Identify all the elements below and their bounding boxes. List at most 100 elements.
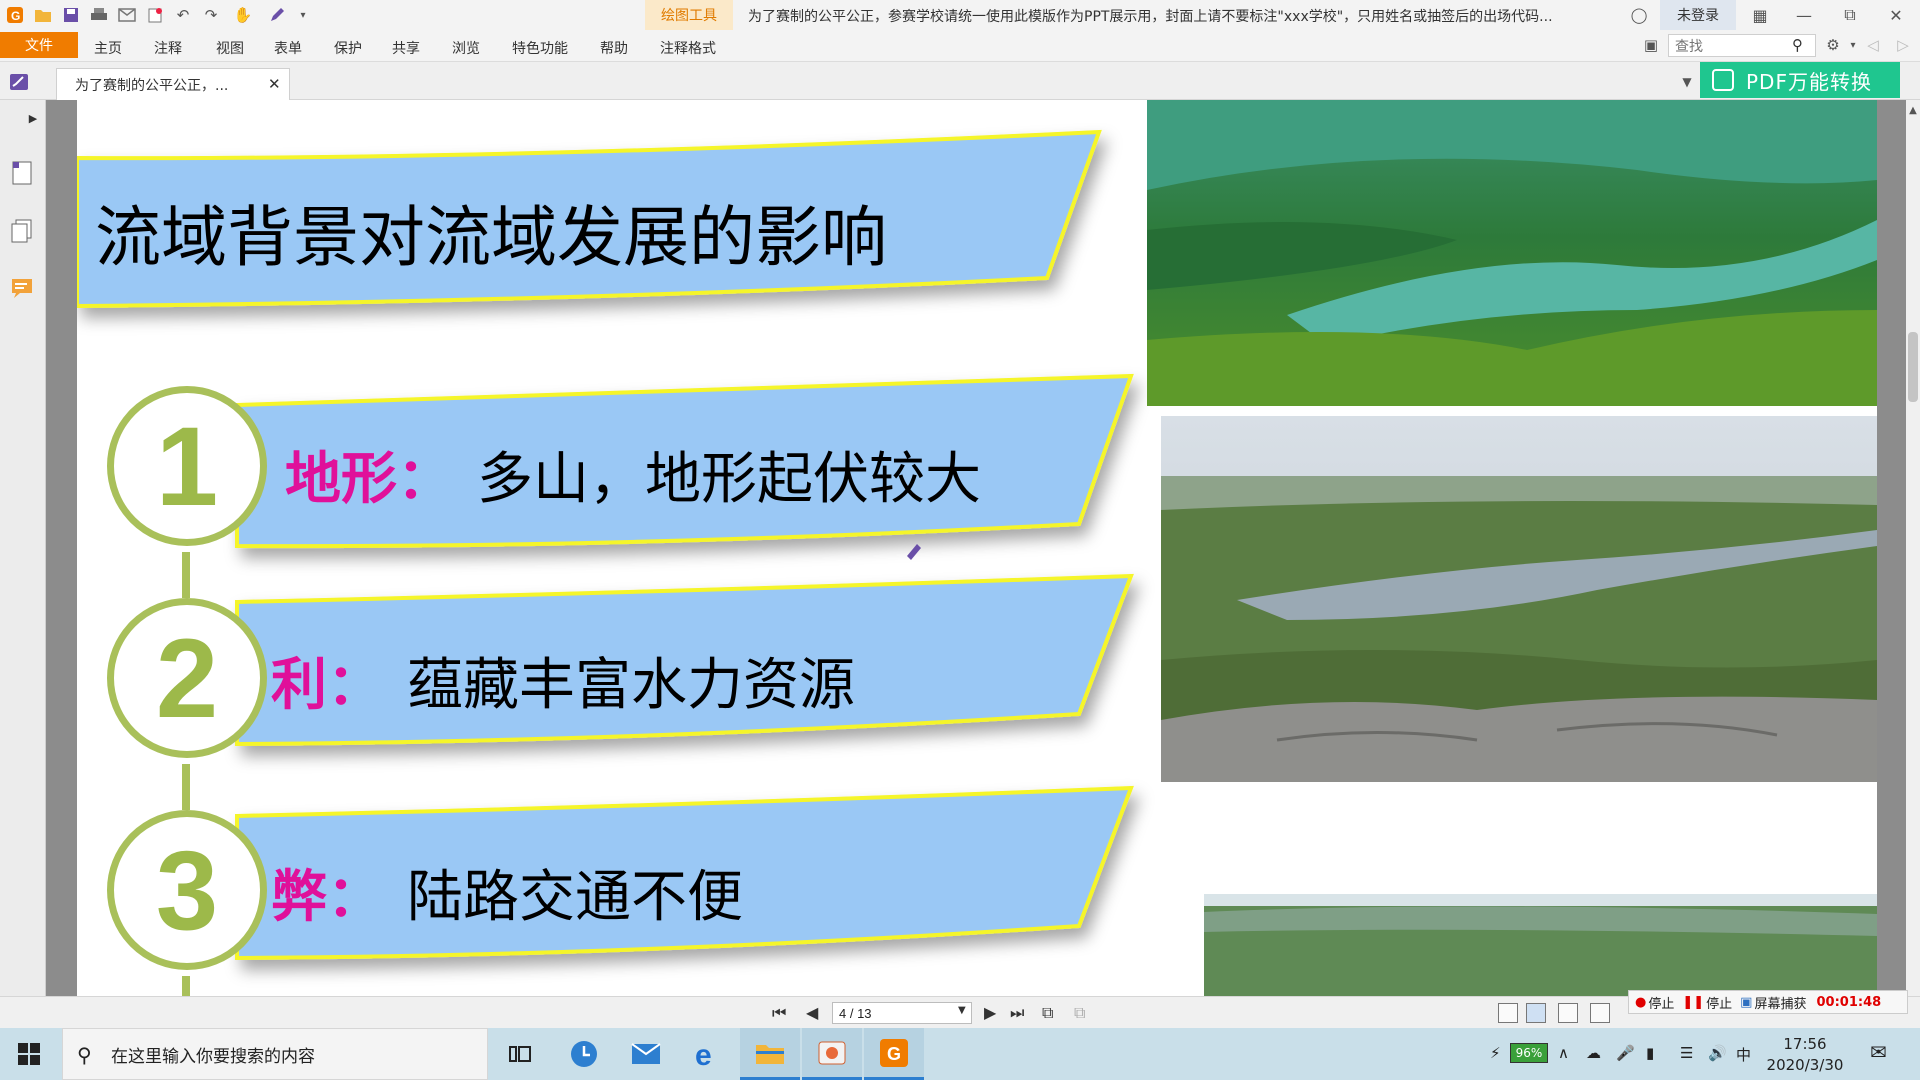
taskbar-clock[interactable]: 17:56 2020/3/30 — [1760, 1034, 1850, 1076]
minimize-button[interactable]: — — [1784, 3, 1824, 27]
input-method-indicator[interactable]: 中 — [1736, 1044, 1751, 1065]
microphone-icon[interactable]: 🎤 — [1616, 1044, 1635, 1062]
battery-indicator[interactable]: 96% — [1510, 1043, 1548, 1063]
drawing-tools-context-tab[interactable]: 绘图工具 — [645, 0, 733, 30]
tab-document[interactable]: 为了赛制的公平公正，... — [56, 68, 290, 100]
onedrive-cloud-icon[interactable]: ☁ — [1586, 1044, 1601, 1062]
slides-app-icon[interactable] — [802, 1028, 862, 1080]
settings-dropdown-icon[interactable]: ▾ — [1842, 35, 1864, 55]
svg-text:G: G — [887, 1044, 901, 1064]
app-logo-icon[interactable]: G — [4, 5, 26, 25]
menu-annotation-format[interactable]: 注释格式 — [660, 38, 716, 58]
scrollbar-thumb[interactable] — [1908, 332, 1918, 402]
left-navigation-panel: ▶ — [0, 100, 46, 996]
windows-logo-icon — [18, 1043, 40, 1065]
page-thumbnails-icon[interactable] — [10, 160, 36, 188]
menu-protect[interactable]: 保护 — [334, 38, 362, 58]
undo-icon[interactable]: ↶ — [172, 5, 194, 25]
pdf-convert-button[interactable]: PDF万能转换 — [1700, 62, 1900, 98]
next-view-icon[interactable]: ⧉ — [1074, 1003, 1085, 1023]
clock-app-icon[interactable] — [554, 1028, 614, 1080]
title-bar: G ↶ ↷ ✋ ▾ 绘图工具 为了赛制的公平公正，参赛学校请统一使用此模版作为P… — [0, 0, 1920, 30]
single-page-view-icon[interactable] — [1498, 1003, 1518, 1023]
annotate-pen-icon[interactable] — [266, 5, 288, 25]
search-icon: ⚲ — [77, 1043, 92, 1067]
forward-icon[interactable]: ▷ — [1892, 35, 1914, 55]
settings-gear-icon[interactable]: ⚙ — [1822, 35, 1844, 55]
number-circle-3: 3 — [107, 810, 267, 970]
menu-comment[interactable]: 注释 — [154, 38, 182, 58]
next-page-icon[interactable]: ▶ — [984, 1003, 996, 1022]
close-window-button[interactable]: ✕ — [1876, 3, 1916, 27]
tray-expand-icon[interactable]: ∧ — [1558, 1044, 1569, 1062]
search-icon[interactable]: ⚲ — [1792, 36, 1803, 54]
tab-close-icon[interactable]: ✕ — [268, 75, 281, 93]
item-2-text: 利： 蕴藏丰富水力资源 — [271, 640, 855, 721]
taskbar-search-box[interactable]: ⚲ 在这里输入你要搜索的内容 — [62, 1028, 488, 1080]
menu-form[interactable]: 表单 — [274, 38, 302, 58]
vertical-scrollbar[interactable]: ▲ — [1906, 100, 1920, 996]
previous-page-icon[interactable]: ◀ — [806, 1003, 818, 1022]
task-view-icon[interactable] — [490, 1028, 550, 1080]
screen-capture-label[interactable]: 屏幕捕获 — [1754, 993, 1806, 1012]
hand-tool-icon[interactable]: ✋ — [232, 5, 254, 25]
svg-text:e: e — [695, 1039, 712, 1069]
redo-icon[interactable]: ↷ — [200, 5, 222, 25]
last-page-icon[interactable]: ⏭ — [1010, 1003, 1024, 1023]
menu-file[interactable]: 文件 — [0, 32, 78, 58]
start-button[interactable] — [0, 1028, 58, 1080]
connector-2-3 — [182, 764, 190, 810]
previous-view-icon[interactable]: ⧉ — [1042, 1003, 1053, 1023]
file-explorer-icon[interactable] — [740, 1028, 800, 1080]
scroll-up-icon[interactable]: ▲ — [1902, 100, 1920, 120]
battery-icon[interactable]: ▮ — [1646, 1044, 1654, 1062]
print-icon[interactable] — [88, 5, 110, 25]
email-icon[interactable] — [116, 5, 138, 25]
continuous-facing-view-icon[interactable] — [1590, 1003, 1610, 1023]
restore-button[interactable]: ⧉ — [1830, 3, 1870, 27]
save-icon[interactable] — [60, 5, 82, 25]
back-icon[interactable]: ◁ — [1862, 35, 1884, 55]
pdf-reader-app-icon[interactable]: G — [864, 1028, 924, 1080]
sign-pen-icon[interactable] — [8, 72, 30, 92]
recorder-stop-button-1[interactable]: 停止 — [1648, 993, 1674, 1012]
menu-browse[interactable]: 浏览 — [452, 38, 480, 58]
page-number-input[interactable] — [832, 1002, 972, 1024]
layout-grid-icon[interactable]: ▦ — [1740, 3, 1780, 27]
volume-icon[interactable]: 🔊 — [1708, 1044, 1727, 1062]
power-plug-icon[interactable]: ⚡ — [1490, 1044, 1501, 1062]
pdf-convert-label: PDF万能转换 — [1746, 69, 1872, 94]
first-page-icon[interactable]: ⏮ — [772, 1003, 786, 1023]
login-button[interactable]: 未登录 — [1660, 0, 1736, 30]
wifi-icon[interactable]: ☰ — [1680, 1044, 1693, 1062]
menu-help[interactable]: 帮助 — [600, 38, 628, 58]
page-dropdown-icon[interactable]: ▼ — [958, 1005, 966, 1016]
new-doc-icon[interactable] — [144, 5, 166, 25]
find-image-icon[interactable]: ▣ — [1640, 35, 1662, 55]
document-viewport[interactable]: 流域背景对流域发展的影响 1 2 3 地形： 多山，地形起伏较大 利： 蕴藏丰富水力… — [46, 100, 1906, 996]
windows-taskbar: ⚲ 在这里输入你要搜索的内容 e G ⚡ 96% ∧ ☁ 🎤 ▮ ☰ 🔊 中 1… — [0, 1028, 1920, 1080]
menu-home[interactable]: 主页 — [94, 38, 122, 58]
menu-view[interactable]: 视图 — [216, 38, 244, 58]
recorder-stop-button-2[interactable]: 停止 — [1706, 993, 1732, 1012]
tab-list-dropdown-icon[interactable]: ▼ — [1676, 72, 1698, 92]
clock-time: 17:56 — [1783, 1035, 1827, 1053]
mail-app-icon[interactable] — [616, 1028, 676, 1080]
edge-browser-icon[interactable]: e — [678, 1028, 738, 1080]
open-folder-icon[interactable] — [32, 5, 54, 25]
item-1-description: 多山，地形起伏较大 — [477, 447, 981, 512]
item-3-text: 弊： 陆路交通不便 — [271, 852, 743, 933]
notification-center-icon[interactable]: ✉ — [1870, 1040, 1887, 1064]
pause-icon: ❚❚ — [1682, 994, 1705, 1010]
customize-quick-access-icon[interactable]: ▾ — [292, 5, 314, 25]
menu-features[interactable]: 特色功能 — [512, 38, 568, 58]
pdf-page: 流域背景对流域发展的影响 1 2 3 地形： 多山，地形起伏较大 利： 蕴藏丰富水力… — [77, 100, 1877, 996]
menu-share[interactable]: 共享 — [392, 38, 420, 58]
layers-icon[interactable] — [10, 218, 36, 246]
facing-view-icon[interactable] — [1558, 1003, 1578, 1023]
skin-icon[interactable]: ◯ — [1628, 5, 1650, 25]
expand-panel-icon[interactable]: ▶ — [22, 108, 44, 128]
continuous-view-icon[interactable] — [1526, 1003, 1546, 1023]
comments-panel-icon[interactable] — [10, 276, 36, 304]
window-title: 为了赛制的公平公正，参赛学校请统一使用此模版作为PPT展示用，封面上请不要标注"… — [748, 9, 1553, 25]
